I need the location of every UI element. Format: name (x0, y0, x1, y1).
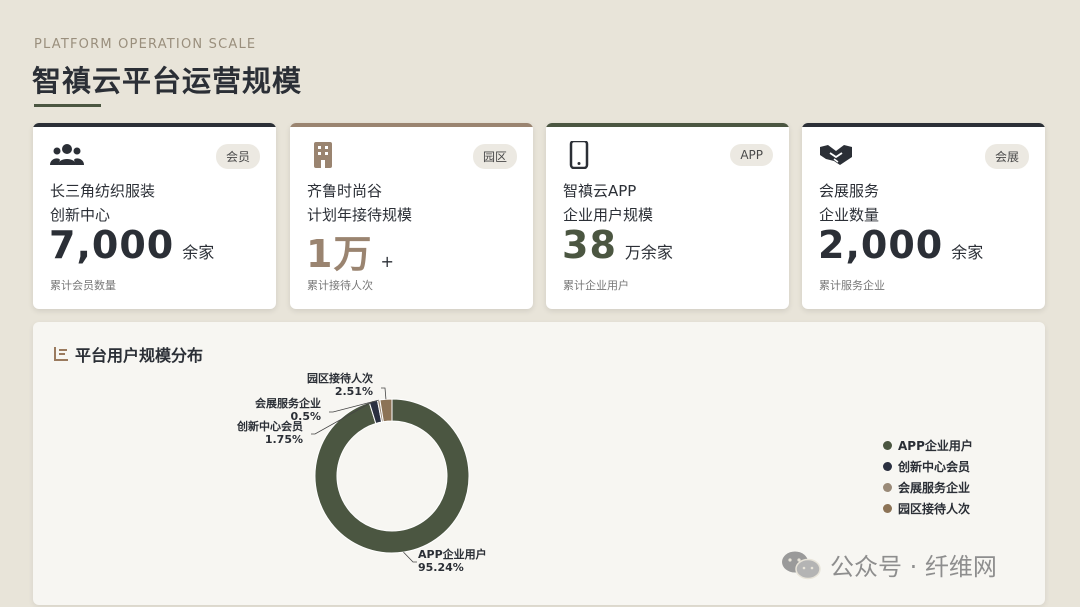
stat-card-app: APP 智禛云APP 企业用户规模 38 万余家 累计企业用户 (546, 123, 789, 309)
card-value-row: 1万 + (306, 223, 394, 278)
eyebrow-text: PLATFORM OPERATION SCALE (34, 37, 257, 52)
card-label: 创新中心 (50, 206, 111, 224)
card-badge: 会员 (215, 144, 260, 169)
slice-category-label: APP企业用户 (418, 547, 487, 561)
stat-card-park: 园区 齐鲁时尚谷 计划年接待规模 1万 + 累计接待人次 (290, 123, 533, 309)
legend-swatch (883, 462, 892, 471)
building-icon (314, 142, 332, 168)
card-unit: + (380, 252, 394, 271)
card-value-row: 38 万余家 (562, 223, 673, 267)
card-unit: 余家 (951, 243, 984, 262)
users-icon (50, 144, 84, 165)
slice-value-label: 0.5% (290, 410, 321, 423)
legend-item: 园区接待人次 (883, 498, 973, 519)
card-label: 齐鲁时尚谷 (307, 182, 383, 200)
card-badge: APP (730, 144, 773, 166)
donut-chart: APP企业用户95.24%创新中心会员1.75%会展服务企业0.5%园区接待人次… (236, 371, 487, 574)
card-value: 2,000 (818, 223, 944, 267)
card-value-row: 2,000 余家 (818, 223, 983, 267)
card-badge: 园区 (472, 144, 517, 169)
legend-label: 创新中心会员 (898, 460, 971, 474)
watermark-text: 公众号 · 纤维网 (830, 553, 997, 581)
legend-swatch (883, 483, 892, 492)
slice-value-label: 95.24% (418, 561, 464, 574)
card-label: 会展服务 (819, 182, 880, 200)
card-value: 38 (562, 223, 617, 267)
card-subtext: 累计接待人次 (307, 279, 373, 292)
legend-item: APP企业用户 (883, 435, 973, 456)
handshake-icon (820, 145, 852, 165)
card-accent-bar (290, 123, 533, 127)
chart-legend: APP企业用户 创新中心会员 会展服务企业 园区接待人次 (883, 435, 973, 519)
card-subtext: 累计服务企业 (819, 279, 885, 292)
card-label: 企业用户规模 (563, 206, 654, 224)
slice-value-label: 1.75% (265, 433, 303, 446)
legend-item: 创新中心会员 (883, 456, 973, 477)
legend-item: 会展服务企业 (883, 477, 973, 498)
card-label: 长三角纺织服装 (50, 182, 156, 200)
card-value: 7,000 (49, 223, 175, 267)
leader-line (403, 551, 417, 563)
card-label: 企业数量 (819, 206, 880, 224)
card-accent-bar (546, 123, 789, 127)
legend-label: APP企业用户 (898, 439, 973, 453)
slice-category-label: 会展服务企业 (255, 396, 321, 410)
card-label: 智禛云APP (563, 182, 637, 200)
card-badge: 会展 (984, 144, 1029, 169)
card-unit: 余家 (182, 243, 215, 262)
mobile-icon (569, 141, 589, 169)
legend-swatch (883, 504, 892, 513)
title-underline (34, 104, 101, 107)
legend-swatch (883, 441, 892, 450)
watermark: 公众号 · 纤维网 (780, 547, 997, 582)
card-accent-bar (802, 123, 1045, 127)
slice-value-label: 2.51% (335, 385, 373, 398)
legend-label: 园区接待人次 (898, 502, 971, 516)
card-subtext: 累计企业用户 (563, 279, 629, 292)
stat-card-exhibition: 会展 会展服务 企业数量 2,000 余家 累计服务企业 (802, 123, 1045, 309)
card-value-row: 7,000 余家 (49, 223, 214, 267)
card-unit: 万余家 (624, 243, 673, 262)
card-subtext: 累计会员数量 (50, 279, 116, 292)
wechat-icon (782, 551, 821, 579)
page-title: 智禛云平台运营规模 (32, 64, 303, 98)
stat-card-members: 会员 长三角纺织服装 创新中心 7,000 余家 累计会员数量 (33, 123, 276, 309)
donut-slice (314, 398, 470, 554)
leader-line (381, 387, 387, 400)
card-value: 1万 (306, 232, 373, 276)
slice-category-label: 园区接待人次 (307, 371, 373, 385)
card-label: 计划年接待规模 (307, 206, 413, 224)
card-accent-bar (33, 123, 276, 127)
legend-label: 会展服务企业 (898, 481, 971, 495)
